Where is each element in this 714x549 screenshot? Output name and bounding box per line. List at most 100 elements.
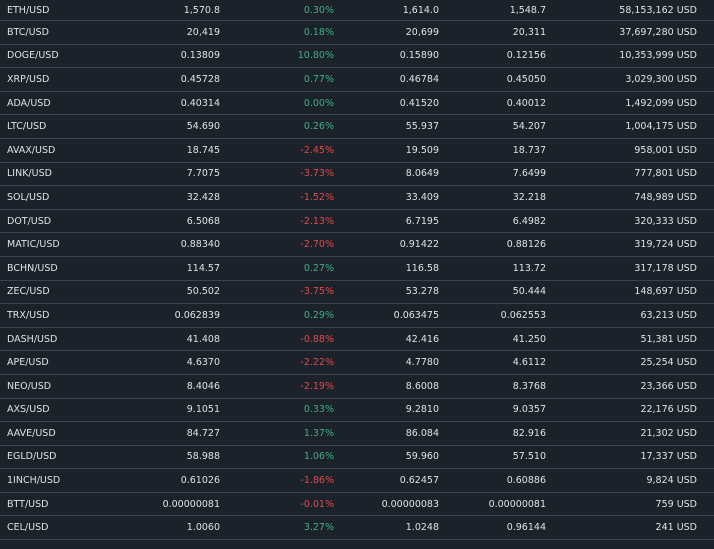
low-price-cell: 0.40012	[506, 97, 546, 109]
volume-cell: 320,333 USD	[634, 215, 697, 227]
table-row[interactable]: BTC/USD 20,419 0.18% 20,699 20,311 37,69…	[0, 21, 714, 45]
volume-cell: 9,824 USD	[646, 475, 697, 487]
low-price-cell: 54.207	[512, 121, 546, 133]
low-price-cell: 50.444	[512, 286, 546, 298]
low-price-cell: 0.88126	[506, 239, 546, 251]
pair-cell: AXS/USD	[7, 404, 50, 416]
last-price-cell: 84.727	[186, 427, 220, 439]
change-percent-cell: 0.26%	[303, 121, 334, 133]
volume-cell: 63,213 USD	[640, 309, 697, 321]
low-price-cell: 0.96144	[506, 522, 546, 534]
change-percent-cell: 1.37%	[303, 427, 334, 439]
volume-cell: 51,381 USD	[640, 333, 697, 345]
table-row[interactable]: LTC/USD 54.690 0.26% 55.937 54.207 1,004…	[0, 115, 714, 139]
high-price-cell: 1.0248	[405, 522, 439, 534]
last-price-cell: 1.0060	[186, 522, 220, 534]
last-price-cell: 50.502	[186, 286, 220, 298]
table-row[interactable]: BTT/USD 0.00000081 -0.01% 0.00000083 0.0…	[0, 493, 714, 517]
pair-cell: EGLD/USD	[7, 451, 57, 463]
table-row[interactable]: AXS/USD 9.1051 0.33% 9.2810 9.0357 22,17…	[0, 399, 714, 423]
high-price-cell: 8.0649	[405, 168, 439, 180]
change-percent-cell: -1.52%	[300, 191, 334, 203]
table-row[interactable]: ETH/USD 1,570.8 0.30% 1,614.0 1,548.7 58…	[0, 0, 714, 21]
change-percent-cell: -2.13%	[300, 215, 334, 227]
last-price-cell: 9.1051	[186, 404, 220, 416]
low-price-cell: 4.6112	[512, 357, 546, 369]
table-row[interactable]: CEL/USD 1.0060 3.27% 1.0248 0.96144 241 …	[0, 516, 714, 541]
volume-cell: 23,366 USD	[640, 380, 697, 392]
volume-cell: 759 USD	[655, 498, 697, 510]
table-row[interactable]: MATIC/USD 0.88340 -2.70% 0.91422 0.88126…	[0, 233, 714, 257]
table-row[interactable]: ZEC/USD 50.502 -3.75% 53.278 50.444 148,…	[0, 281, 714, 305]
high-price-cell: 0.46784	[399, 73, 439, 85]
volume-cell: 1,004,175 USD	[625, 121, 697, 133]
table-row[interactable]: DASH/USD 41.408 -0.88% 42.416 41.250 51,…	[0, 328, 714, 352]
last-price-cell: 0.61026	[180, 475, 220, 487]
high-price-cell: 1,614.0	[402, 4, 439, 16]
low-price-cell: 41.250	[512, 333, 546, 345]
last-price-cell: 58.988	[186, 451, 220, 463]
high-price-cell: 0.91422	[399, 239, 439, 251]
pair-cell: DASH/USD	[7, 333, 58, 345]
change-percent-cell: 0.77%	[303, 73, 334, 85]
table-row[interactable]: ADA/USD 0.40314 0.00% 0.41520 0.40012 1,…	[0, 92, 714, 116]
high-price-cell: 59.960	[405, 451, 439, 463]
pair-cell: AVAX/USD	[7, 144, 56, 156]
table-row[interactable]: LINK/USD 7.7075 -3.73% 8.0649 7.6499 777…	[0, 163, 714, 187]
change-percent-cell: 3.27%	[303, 522, 334, 534]
pair-cell: DOGE/USD	[7, 50, 59, 62]
table-row[interactable]: AVAX/USD 18.745 -2.45% 19.509 18.737 958…	[0, 139, 714, 163]
high-price-cell: 0.15890	[399, 50, 439, 62]
pair-cell: ETH/USD	[7, 4, 50, 16]
volume-cell: 958,001 USD	[634, 144, 697, 156]
table-row[interactable]: BCHN/USD 114.57 0.27% 116.58 113.72 317,…	[0, 257, 714, 281]
table-row[interactable]: TRX/USD 0.062839 0.29% 0.063475 0.062553…	[0, 304, 714, 328]
pair-cell: ZEC/USD	[7, 286, 50, 298]
low-price-cell: 7.6499	[512, 168, 546, 180]
high-price-cell: 33.409	[405, 191, 439, 203]
last-price-cell: 18.745	[186, 144, 220, 156]
last-price-cell: 0.13809	[180, 50, 220, 62]
high-price-cell: 9.2810	[405, 404, 439, 416]
volume-cell: 748,989 USD	[634, 191, 697, 203]
change-percent-cell: -3.75%	[300, 286, 334, 298]
pair-cell: ADA/USD	[7, 97, 51, 109]
pair-cell: CEL/USD	[7, 522, 49, 534]
change-percent-cell: -2.19%	[300, 380, 334, 392]
low-price-cell: 9.0357	[512, 404, 546, 416]
volume-cell: 1,492,099 USD	[625, 97, 697, 109]
table-row[interactable]: DOGE/USD 0.13809 10.80% 0.15890 0.12156 …	[0, 45, 714, 69]
volume-cell: 21,302 USD	[640, 427, 697, 439]
low-price-cell: 8.3768	[512, 380, 546, 392]
table-row[interactable]: EGLD/USD 58.988 1.06% 59.960 57.510 17,3…	[0, 446, 714, 470]
table-row[interactable]: XRP/USD 0.45728 0.77% 0.46784 0.45050 3,…	[0, 68, 714, 92]
volume-cell: 319,724 USD	[634, 239, 697, 251]
table-row[interactable]: DOT/USD 6.5068 -2.13% 6.7195 6.4982 320,…	[0, 210, 714, 234]
last-price-cell: 0.40314	[180, 97, 220, 109]
table-row[interactable]: APE/USD 4.6370 -2.22% 4.7780 4.6112 25,2…	[0, 351, 714, 375]
last-price-cell: 0.45728	[180, 73, 220, 85]
change-percent-cell: -2.70%	[300, 239, 334, 251]
table-row[interactable]: 1INCH/USD 0.61026 -1.86% 0.62457 0.60886…	[0, 469, 714, 493]
last-price-cell: 0.062839	[174, 309, 220, 321]
change-percent-cell: 0.33%	[303, 404, 334, 416]
volume-cell: 22,176 USD	[640, 404, 697, 416]
last-price-cell: 0.00000081	[162, 498, 220, 510]
volume-cell: 317,178 USD	[634, 262, 697, 274]
table-row[interactable]: NEO/USD 8.4046 -2.19% 8.6008 8.3768 23,3…	[0, 375, 714, 399]
volume-cell: 3,029,300 USD	[625, 73, 697, 85]
table-row[interactable]: AAVE/USD 84.727 1.37% 86.084 82.916 21,3…	[0, 422, 714, 446]
change-percent-cell: -2.45%	[300, 144, 334, 156]
table-row[interactable]: SOL/USD 32.428 -1.52% 33.409 32.218 748,…	[0, 186, 714, 210]
last-price-cell: 8.4046	[186, 380, 220, 392]
pair-cell: BCHN/USD	[7, 262, 58, 274]
high-price-cell: 42.416	[405, 333, 439, 345]
pair-cell: AAVE/USD	[7, 427, 56, 439]
low-price-cell: 57.510	[512, 451, 546, 463]
high-price-cell: 20,699	[405, 26, 439, 38]
volume-cell: 25,254 USD	[640, 357, 697, 369]
last-price-cell: 41.408	[186, 333, 220, 345]
high-price-cell: 0.41520	[399, 97, 439, 109]
pair-cell: LINK/USD	[7, 168, 52, 180]
change-percent-cell: -0.88%	[300, 333, 334, 345]
